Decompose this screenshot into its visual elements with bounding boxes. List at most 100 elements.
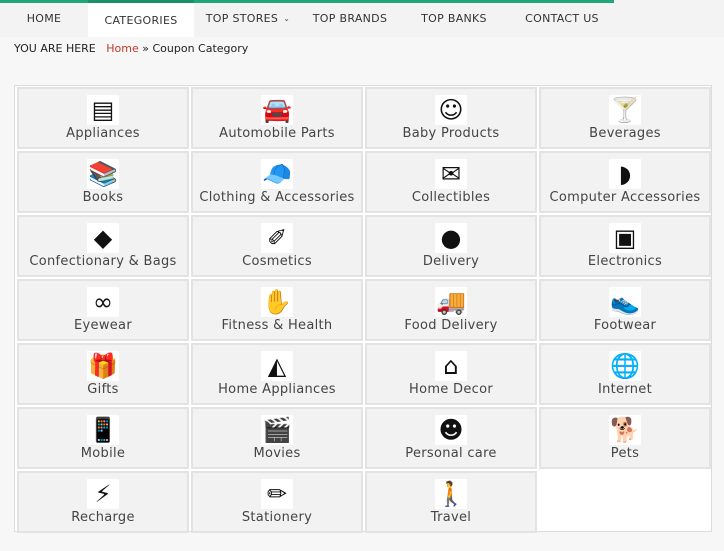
shoe-icon: 👟 bbox=[609, 287, 641, 317]
category-computer-accessories[interactable]: ◗ Computer Accessories bbox=[539, 151, 711, 213]
category-mobile[interactable]: 📱 Mobile bbox=[17, 407, 189, 469]
iron-icon: ◭ bbox=[261, 351, 293, 381]
category-label: Movies bbox=[253, 446, 301, 461]
envelope-icon: ✉ bbox=[435, 159, 467, 189]
nav-item-top-brands-label: TOP BRANDS bbox=[312, 12, 388, 25]
category-label: Pets bbox=[610, 446, 640, 461]
books-icon: 📚 bbox=[87, 159, 119, 189]
nav-item-top-stores[interactable]: TOP STORES ⌄ bbox=[194, 0, 302, 37]
breadcrumb: YOU ARE HERE Home » Coupon Category bbox=[14, 42, 248, 55]
stove-icon: ▤ bbox=[87, 95, 119, 125]
nav-item-top-banks-label: TOP BANKS bbox=[421, 12, 487, 25]
nav-item-top-stores-label: TOP STORES bbox=[205, 12, 279, 25]
cosmetics-icon: ✐ bbox=[261, 223, 293, 253]
category-label: Footwear bbox=[593, 318, 657, 333]
category-internet[interactable]: 🌐 Internet bbox=[539, 343, 711, 405]
category-books[interactable]: 📚 Books bbox=[17, 151, 189, 213]
gift-icon: 🎁 bbox=[87, 351, 119, 381]
category-movies[interactable]: 🎬 Movies bbox=[191, 407, 363, 469]
hand-heart-icon: ✋ bbox=[261, 287, 293, 317]
category-beverages[interactable]: 🍸 Beverages bbox=[539, 87, 711, 149]
dog-icon: 🐕 bbox=[609, 415, 641, 445]
category-label: Internet bbox=[597, 382, 653, 397]
category-confectionary-and-bags[interactable]: ◆ Confectionary & Bags bbox=[17, 215, 189, 277]
traveler-icon: 🚶 bbox=[435, 479, 467, 509]
car-icon: 🚘 bbox=[261, 95, 293, 125]
baby-icon: ☺ bbox=[435, 95, 467, 125]
category-label: Collectibles bbox=[411, 190, 491, 205]
category-panel: ▤ Appliances 🚘 Automobile Parts ☺ Baby Produc… bbox=[14, 85, 712, 533]
category-footwear[interactable]: 👟 Footwear bbox=[539, 279, 711, 341]
nav-item-categories-label: CATEGORIES bbox=[104, 13, 178, 27]
nav-item-home[interactable]: HOME bbox=[0, 0, 88, 37]
category-home-decor[interactable]: ⌂ Home Decor bbox=[365, 343, 537, 405]
category-home-appliances[interactable]: ◭ Home Appliances bbox=[191, 343, 363, 405]
category-grid: ▤ Appliances 🚘 Automobile Parts ☺ Baby Produc… bbox=[17, 87, 711, 533]
category-label: Baby Products bbox=[402, 126, 500, 141]
category-baby-products[interactable]: ☺ Baby Products bbox=[365, 87, 537, 149]
category-label: Eyewear bbox=[74, 318, 132, 333]
category-food-delivery[interactable]: 🚚 Food Delivery bbox=[365, 279, 537, 341]
category-label: Home Appliances bbox=[218, 382, 336, 397]
cap-icon: 🧢 bbox=[261, 159, 293, 189]
mouse-icon: ◗ bbox=[609, 159, 641, 189]
category-label: Cosmetics bbox=[242, 254, 312, 269]
category-eyewear[interactable]: ∞ Eyewear bbox=[17, 279, 189, 341]
breadcrumb-separator: » bbox=[142, 42, 149, 55]
nav-item-home-label: HOME bbox=[26, 12, 62, 25]
nav-item-contact-us[interactable]: CONTACT US bbox=[510, 0, 614, 37]
head-icon: ☻ bbox=[435, 415, 467, 445]
home-heart-icon: ⌂ bbox=[435, 351, 467, 381]
category-gifts[interactable]: 🎁 Gifts bbox=[17, 343, 189, 405]
category-label: Travel bbox=[430, 510, 472, 525]
category-label: Confectionary & Bags bbox=[29, 254, 177, 269]
category-fitness-and-health[interactable]: ✋ Fitness & Health bbox=[191, 279, 363, 341]
category-label: Computer Accessories bbox=[549, 190, 701, 205]
category-label: Fitness & Health bbox=[221, 318, 333, 333]
breadcrumb-home-link[interactable]: Home bbox=[106, 42, 138, 55]
globe-icon: 🌐 bbox=[609, 351, 641, 381]
main-nav: HOME CATEGORIES TOP STORES ⌄ TOP BRANDS … bbox=[0, 0, 614, 37]
chevron-down-icon: ⌄ bbox=[283, 14, 291, 23]
category-clothing-and-accessories[interactable]: 🧢 Clothing & Accessories bbox=[191, 151, 363, 213]
category-label: Recharge bbox=[71, 510, 135, 525]
category-label: Stationery bbox=[241, 510, 313, 525]
category-label: Clothing & Accessories bbox=[199, 190, 355, 205]
breadcrumb-current: Coupon Category bbox=[152, 42, 249, 55]
category-label: Books bbox=[82, 190, 124, 205]
category-label: Gifts bbox=[87, 382, 119, 397]
phone-icon: ▣ bbox=[609, 223, 641, 253]
category-cosmetics[interactable]: ✐ Cosmetics bbox=[191, 215, 363, 277]
category-label: Appliances bbox=[66, 126, 140, 141]
nav-item-categories[interactable]: CATEGORIES bbox=[88, 0, 194, 37]
category-personal-care[interactable]: ☻ Personal care bbox=[365, 407, 537, 469]
glasses-icon: ∞ bbox=[87, 287, 119, 317]
lightning-icon: ⚡ bbox=[87, 479, 119, 509]
category-pets[interactable]: 🐕 Pets bbox=[539, 407, 711, 469]
category-label: Delivery bbox=[422, 254, 480, 269]
category-label: Electronics bbox=[587, 254, 663, 269]
top-navigation-bar: HOME CATEGORIES TOP STORES ⌄ TOP BRANDS … bbox=[0, 0, 724, 37]
breadcrumb-prefix: YOU ARE HERE bbox=[14, 42, 96, 55]
category-label: Mobile bbox=[80, 446, 126, 461]
category-stationery[interactable]: ✏ Stationery bbox=[191, 471, 363, 533]
category-label: Automobile Parts bbox=[219, 126, 335, 141]
category-automobile-parts[interactable]: 🚘 Automobile Parts bbox=[191, 87, 363, 149]
category-label: Food Delivery bbox=[404, 318, 498, 333]
category-delivery[interactable]: ● Delivery bbox=[365, 215, 537, 277]
category-appliances[interactable]: ▤ Appliances bbox=[17, 87, 189, 149]
category-collectibles[interactable]: ✉ Collectibles bbox=[365, 151, 537, 213]
cocktail-icon: 🍸 bbox=[609, 95, 641, 125]
nav-item-top-brands[interactable]: TOP BRANDS bbox=[302, 0, 398, 37]
category-label: Home Decor bbox=[409, 382, 493, 397]
food-truck-icon: 🚚 bbox=[435, 287, 467, 317]
candy-icon: ◆ bbox=[87, 223, 119, 253]
nav-item-contact-us-label: CONTACT US bbox=[525, 12, 599, 25]
category-recharge[interactable]: ⚡ Recharge bbox=[17, 471, 189, 533]
nav-item-top-banks[interactable]: TOP BANKS bbox=[398, 0, 510, 37]
stationery-icon: ✏ bbox=[261, 479, 293, 509]
category-travel[interactable]: 🚶 Travel bbox=[365, 471, 537, 533]
free-delivery-icon: ● bbox=[435, 223, 467, 253]
mobile-icon: 📱 bbox=[87, 415, 119, 445]
category-electronics[interactable]: ▣ Electronics bbox=[539, 215, 711, 277]
